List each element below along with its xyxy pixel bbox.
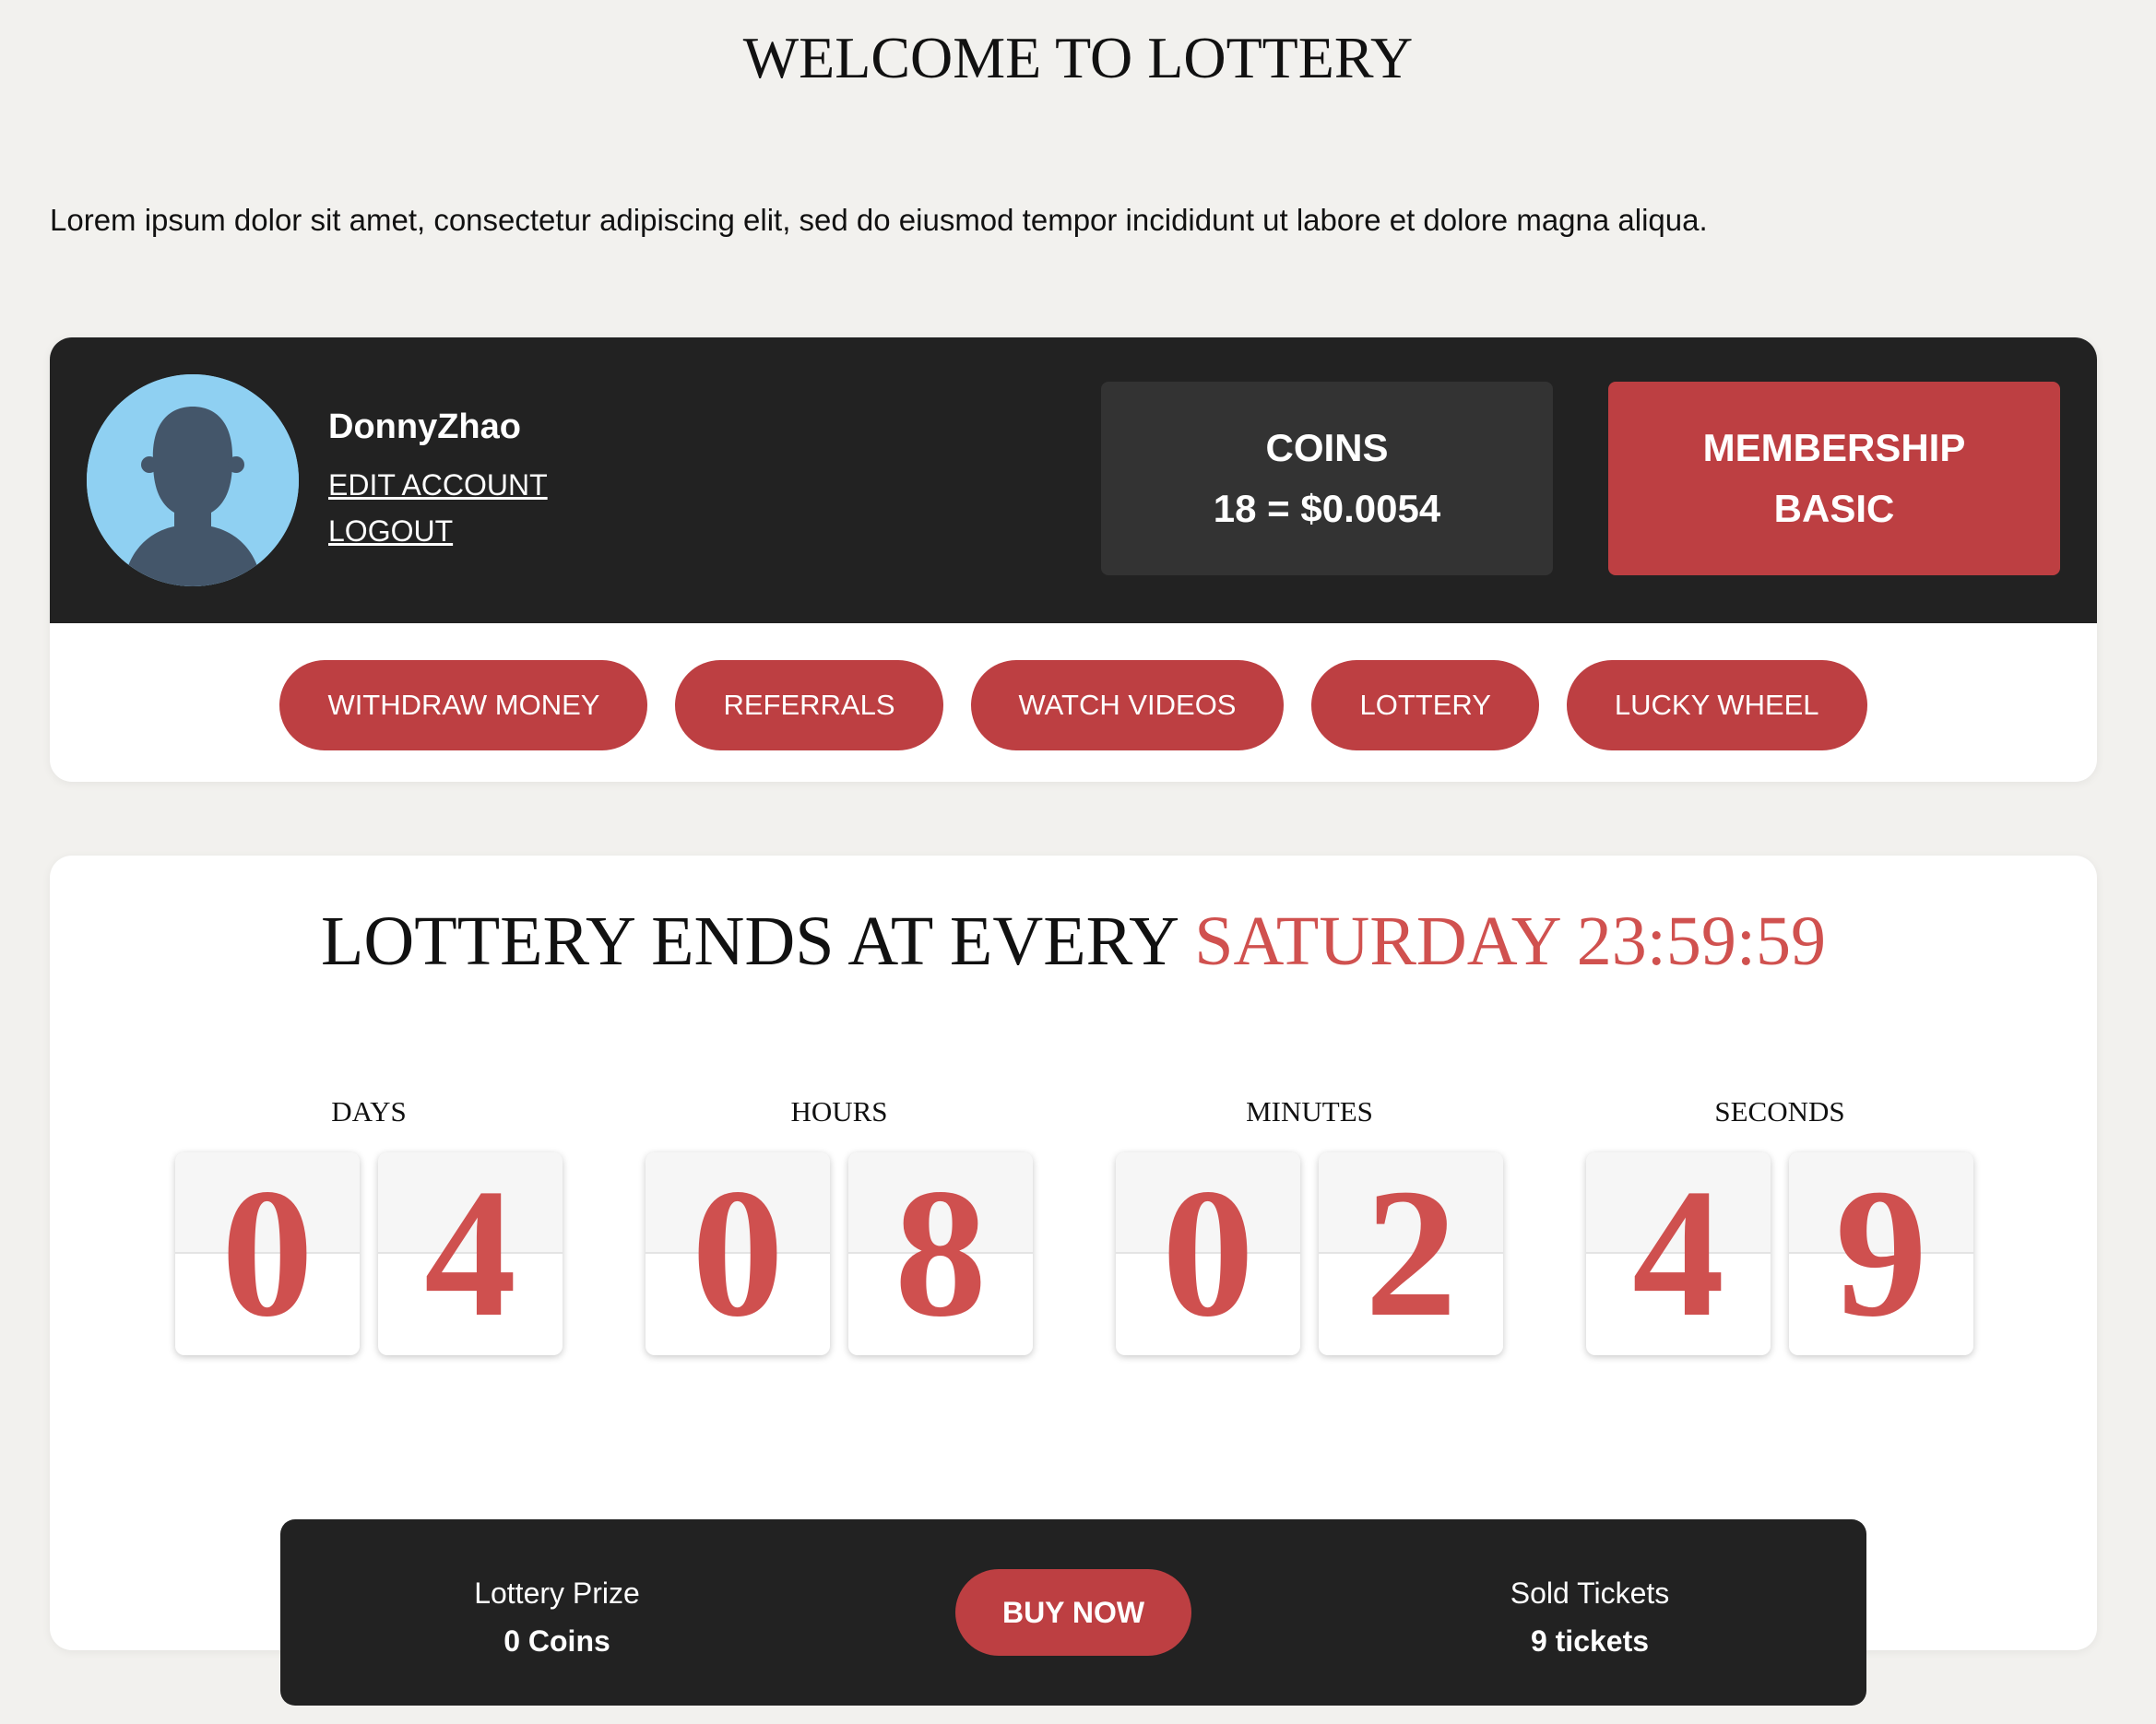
coins-label: COINS — [1265, 426, 1389, 469]
countdown-minutes: MINUTES 0 2 — [1116, 1095, 1503, 1355]
page-title: WELCOME TO LOTTERY — [742, 25, 1414, 90]
digit: 4 — [1632, 1152, 1724, 1355]
watch-videos-button[interactable]: WATCH VIDEOS — [970, 660, 1285, 750]
sold-label: Sold Tickets — [1510, 1576, 1670, 1610]
digit: 9 — [1835, 1152, 1927, 1355]
referrals-button[interactable]: REFERRALS — [675, 660, 943, 750]
digit: 4 — [424, 1152, 516, 1355]
digit: 0 — [692, 1152, 784, 1355]
countdown-days: DAYS 0 4 — [175, 1095, 563, 1355]
membership-label: MEMBERSHIP — [1702, 426, 1966, 469]
countdown-label: MINUTES — [1246, 1095, 1373, 1128]
avatar — [87, 374, 299, 586]
membership-box: MEMBERSHIP BASIC — [1608, 382, 2060, 575]
sold-value: 9 tickets — [1530, 1624, 1650, 1658]
membership-value: BASIC — [1773, 487, 1895, 530]
user-panel: DonnyZhao EDIT ACCOUNT LOGOUT COINS 18 =… — [50, 337, 2097, 782]
coins-value: 18 = $0.0054 — [1213, 487, 1441, 530]
edit-account-link[interactable]: EDIT ACCOUNT — [328, 468, 548, 502]
digit-card: 9 — [1789, 1152, 1973, 1355]
lucky-wheel-button[interactable]: LUCKY WHEEL — [1566, 660, 1867, 750]
digit-card: 4 — [378, 1152, 563, 1355]
digit: 0 — [221, 1152, 314, 1355]
digit-card: 0 — [175, 1152, 360, 1355]
countdown-label: HOURS — [790, 1095, 888, 1128]
logout-link[interactable]: LOGOUT — [328, 514, 453, 549]
digit: 2 — [1365, 1152, 1457, 1355]
prize-value: 0 Coins — [503, 1624, 610, 1658]
lottery-prize: Lottery Prize 0 Coins — [373, 1569, 741, 1665]
digit-card: 0 — [1116, 1152, 1300, 1355]
digit-card: 4 — [1586, 1152, 1771, 1355]
user-silhouette-icon — [87, 374, 299, 586]
intro-text: Lorem ipsum dolor sit amet, consectetur … — [50, 203, 1708, 237]
prize-label: Lottery Prize — [474, 1576, 640, 1610]
nav-bar: WITHDRAW MONEY REFERRALS WATCH VIDEOS LO… — [50, 660, 2097, 752]
lottery-heading-time: SATURDAY 23:59:59 — [1194, 903, 1827, 980]
coins-box: COINS 18 = $0.0054 — [1101, 382, 1553, 575]
digit-card: 2 — [1319, 1152, 1503, 1355]
buy-now-button[interactable]: BUY NOW — [955, 1569, 1191, 1656]
sold-tickets: Sold Tickets 9 tickets — [1405, 1569, 1774, 1665]
lottery-heading-prefix: LOTTERY ENDS AT EVERY — [320, 903, 1178, 980]
digit-card: 8 — [848, 1152, 1033, 1355]
countdown-seconds: SECONDS 4 9 — [1586, 1095, 1973, 1355]
digit: 0 — [1162, 1152, 1254, 1355]
digit-card: 0 — [646, 1152, 830, 1355]
lottery-button[interactable]: LOTTERY — [1311, 660, 1539, 750]
digit: 8 — [894, 1152, 987, 1355]
lottery-heading: LOTTERY ENDS AT EVERY SATURDAY 23:59:59 — [50, 902, 2097, 982]
countdown-label: DAYS — [331, 1095, 407, 1128]
countdown-label: SECONDS — [1714, 1095, 1845, 1128]
prize-bar: Lottery Prize 0 Coins BUY NOW Sold Ticke… — [280, 1519, 1866, 1706]
countdown-hours: HOURS 0 8 — [646, 1095, 1033, 1355]
withdraw-money-button[interactable]: WITHDRAW MONEY — [279, 660, 648, 750]
user-header: DonnyZhao EDIT ACCOUNT LOGOUT COINS 18 =… — [50, 337, 2097, 623]
username: DonnyZhao — [328, 407, 521, 446]
